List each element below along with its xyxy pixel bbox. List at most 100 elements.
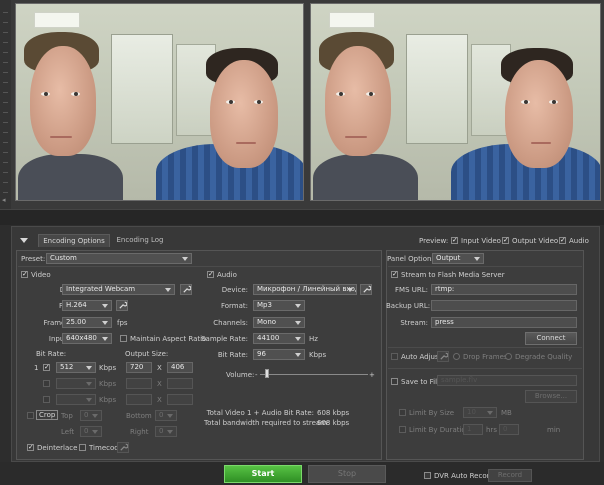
timecode-checkbox[interactable]	[79, 444, 86, 451]
audio-bit-rate-label: Bit Rate:	[217, 351, 248, 359]
output-height-2-input[interactable]	[167, 378, 193, 389]
maintain-aspect-checkbox[interactable]	[120, 335, 127, 342]
bitrate-row2-checkbox[interactable]	[43, 380, 50, 387]
fms-url-input[interactable]: rtmp:	[431, 284, 577, 295]
crop-label: Crop	[36, 410, 59, 420]
crop-top-select[interactable]: 0	[80, 410, 102, 421]
bitrate-row3-checkbox[interactable]	[43, 396, 50, 403]
output-width-2-input[interactable]	[126, 378, 152, 389]
crop-right-label: Right	[130, 428, 149, 436]
limit-by-duration-checkbox[interactable]	[399, 426, 406, 433]
input-size-select[interactable]: 640x480	[62, 333, 112, 344]
tab-encoding-log[interactable]: Encoding Log	[112, 234, 168, 247]
tab-encoding-options[interactable]: Encoding Options	[38, 234, 110, 247]
audio-device-settings-button[interactable]	[360, 284, 372, 295]
x-separator: X	[157, 364, 162, 372]
bitrate-row1-checkbox[interactable]: ✓	[43, 364, 50, 371]
output-width-input[interactable]: 720	[126, 362, 152, 373]
stream-to-fms-checkbox[interactable]: ✓	[391, 271, 398, 278]
collapse-arrow-icon[interactable]	[20, 238, 28, 243]
output-size-label: Output Size:	[125, 350, 169, 358]
dvr-auto-record-label: DVR Auto Record	[434, 472, 494, 480]
limit-by-size-checkbox[interactable]	[399, 409, 406, 416]
frame-rate-select[interactable]: 25.00	[62, 317, 112, 328]
auto-adjust-settings-button[interactable]	[437, 351, 449, 362]
limit-size-select[interactable]: 10	[463, 407, 497, 418]
audio-bit-rate-select[interactable]: 96	[253, 349, 305, 360]
volume-slider-thumb[interactable]	[265, 369, 269, 378]
volume-plus: +	[369, 371, 375, 379]
record-button[interactable]: Record	[488, 469, 532, 482]
auto-adjust-checkbox[interactable]	[391, 353, 398, 360]
crop-top-label: Top	[61, 412, 73, 420]
panel-options-select[interactable]: Output	[432, 253, 484, 264]
video-bitrate-2-select[interactable]	[56, 378, 96, 389]
wrench-icon	[440, 352, 448, 360]
dvr-auto-record-checkbox[interactable]	[424, 472, 431, 479]
fps-unit: fps	[117, 319, 128, 327]
preset-select[interactable]: Custom	[46, 253, 192, 264]
backup-url-input[interactable]	[431, 300, 577, 311]
wrench-icon	[183, 285, 191, 293]
browse-button[interactable]: Browse...	[525, 390, 577, 403]
stream-name-input[interactable]: press	[431, 317, 577, 328]
sample-rate-select[interactable]: 44100	[253, 333, 305, 344]
audio-format-label: Format:	[220, 302, 248, 310]
min-unit: min	[547, 426, 561, 434]
video-device-select[interactable]: Integrated Webcam	[62, 284, 175, 295]
panel-options-label: Panel Options:	[387, 255, 438, 263]
crop-bottom-label: Bottom	[126, 412, 152, 420]
x-separator-2: X	[157, 380, 162, 388]
connect-button[interactable]: Connect	[525, 332, 577, 345]
bit-rate-label: Bit Rate:	[36, 350, 67, 358]
output-width-3-input[interactable]	[126, 394, 152, 405]
video-format-settings-button[interactable]	[116, 300, 128, 311]
start-button[interactable]: Start	[224, 465, 302, 483]
video-bitrate-select[interactable]: 512	[56, 362, 96, 373]
audio-checkbox[interactable]: ✓	[207, 271, 214, 278]
video-device-settings-button[interactable]	[180, 284, 192, 295]
deinterlace-label: Deinterlace	[37, 444, 78, 452]
splitter[interactable]	[0, 209, 604, 225]
total-bandwidth-label: Total bandwidth required to stream:	[204, 419, 330, 427]
video-format-select[interactable]: H.264	[62, 300, 112, 311]
wrench-icon	[363, 285, 371, 293]
kbps-unit-3: Kbps	[99, 396, 117, 404]
timecode-settings-button[interactable]	[117, 442, 129, 453]
output-height-3-input[interactable]	[167, 394, 193, 405]
video-bitrate-3-select[interactable]	[56, 394, 96, 405]
audio-format-select[interactable]: Mp3	[253, 300, 305, 311]
audio-preview-checkbox[interactable]: ✓	[559, 237, 566, 244]
hrs-unit: hrs	[486, 426, 497, 434]
crop-left-label: Left	[61, 428, 75, 436]
output-video-checkbox[interactable]: ✓	[502, 237, 509, 244]
x-separator-3: X	[157, 396, 162, 404]
hz-unit: Hz	[309, 335, 318, 343]
video-checkbox[interactable]: ✓	[21, 271, 28, 278]
total-bitrate-value: 608 kbps	[317, 409, 350, 417]
save-file-input[interactable]: sample.flv	[437, 375, 577, 386]
save-to-file-checkbox[interactable]	[391, 378, 398, 385]
audio-kbps-unit: Kbps	[309, 351, 327, 359]
backup-url-label: Backup URL:	[386, 302, 431, 310]
volume-track[interactable]	[260, 374, 368, 375]
crop-left-select[interactable]: 0	[80, 426, 102, 437]
volume-label: Volume:	[226, 371, 255, 379]
input-video-checkbox[interactable]: ✓	[451, 237, 458, 244]
channels-label: Channels:	[213, 319, 248, 327]
stop-button[interactable]: Stop	[308, 465, 386, 483]
drop-frames-radio[interactable]	[453, 353, 460, 360]
degrade-quality-radio[interactable]	[505, 353, 512, 360]
deinterlace-checkbox[interactable]: ✓	[27, 444, 34, 451]
duration-minutes-input[interactable]: 0	[499, 424, 519, 435]
crop-checkbox[interactable]	[27, 412, 34, 419]
crop-right-select[interactable]: 0	[155, 426, 177, 437]
crop-bottom-select[interactable]: 0	[155, 410, 177, 421]
wrench-icon	[119, 301, 127, 309]
degrade-quality-label: Degrade Quality	[515, 353, 573, 361]
input-video-frame	[15, 3, 304, 201]
output-height-input[interactable]: 406	[167, 362, 193, 373]
channels-select[interactable]: Mono	[253, 317, 305, 328]
duration-hours-input[interactable]: 1	[463, 424, 483, 435]
audio-device-select[interactable]: Микрофон / Линейный вход (	[253, 284, 357, 295]
